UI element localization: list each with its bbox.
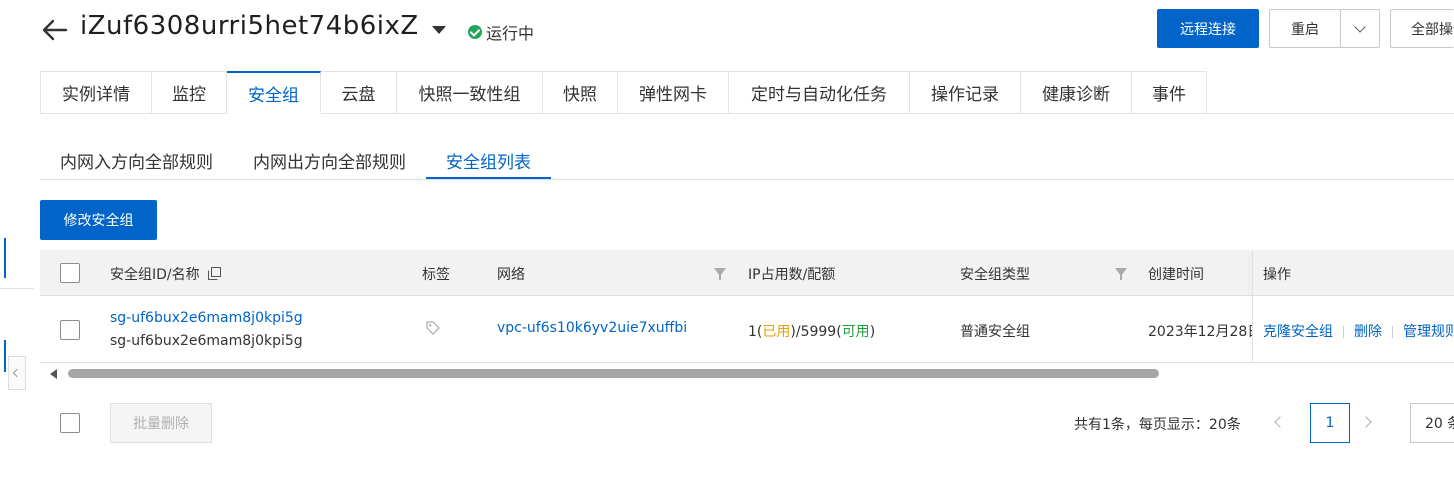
created-time: 2023年12月28日 [1148, 324, 1253, 340]
tab-scheduled-tasks[interactable]: 定时与自动化任务 [729, 71, 910, 114]
left-edge-indicator [0, 238, 6, 278]
ops-cell: 克隆安全组 删除 管理规则 [1252, 296, 1454, 362]
sticky-column-shadow [1252, 250, 1253, 363]
tab-monitoring[interactable]: 监控 [152, 71, 227, 114]
clone-security-group-link[interactable]: 克隆安全组 [1263, 324, 1333, 340]
tab-snapshot[interactable]: 快照 [543, 71, 618, 114]
left-edge-indicator-2 [0, 340, 6, 372]
modify-security-group-button[interactable]: 修改安全组 [40, 200, 157, 240]
sidebar-collapse-button[interactable] [8, 356, 26, 390]
header-id-name: 安全组ID/名称 [110, 264, 222, 284]
security-group-name: sg-uf6bux2e6mam8j0kpi5g [110, 333, 303, 349]
instance-title: iZuf6308urri5het74b6ixZ [80, 11, 419, 41]
table-row: sg-uf6bux2e6mam8j0kpi5g sg-uf6bux2e6mam8… [40, 296, 1454, 363]
page-size-select[interactable]: 20 条 [1410, 403, 1454, 443]
caret-down-icon[interactable] [432, 26, 446, 34]
subtabs-divider [40, 179, 1454, 180]
type-filter-icon[interactable] [1115, 268, 1127, 280]
check-circle-icon [468, 25, 482, 39]
status-badge: 运行中 [468, 20, 534, 44]
security-group-type: 普通安全组 [960, 324, 1030, 340]
manage-rules-link[interactable]: 管理规则 [1403, 324, 1454, 340]
row-checkbox[interactable] [60, 320, 80, 340]
restart-dropdown-button[interactable] [1340, 9, 1380, 48]
ip-used-label: 已用 [762, 324, 791, 340]
pagination-summary: 共有1条，每页显示：20条 [1074, 417, 1241, 433]
tab-snapshot-consistency-group[interactable]: 快照一致性组 [397, 71, 543, 114]
remote-connect-button[interactable]: 远程连接 [1157, 9, 1259, 48]
header-ip-usage: IP占用数/配额 [748, 267, 836, 283]
table-header: 安全组ID/名称 标签 网络 IP占用数/配额 安全组类型 创建时间 操作 [40, 250, 1454, 296]
chevron-right-icon[interactable] [1360, 416, 1372, 428]
header-id-name-label: 安全组ID/名称 [110, 267, 200, 283]
status-text: 运行中 [486, 24, 535, 43]
chevron-left-icon [12, 368, 22, 378]
copy-icon[interactable] [208, 267, 222, 280]
network-filter-icon[interactable] [714, 268, 726, 280]
vpc-link[interactable]: vpc-uf6s10k6yv2uie7xuffbi [497, 320, 687, 336]
header-tags: 标签 [422, 267, 450, 283]
header-created: 创建时间 [1148, 267, 1204, 283]
header-type: 安全组类型 [960, 267, 1030, 283]
ip-available-label: 可用 [841, 324, 870, 340]
tab-cloud-disk[interactable]: 云盘 [321, 71, 397, 114]
bulk-delete-button[interactable]: 批量删除 [110, 403, 212, 443]
subtab-security-group-list[interactable]: 安全组列表 [426, 138, 551, 180]
sub-tabs: 内网入方向全部规则 内网出方向全部规则 安全组列表 [40, 138, 551, 180]
page-1-button[interactable]: 1 [1310, 403, 1350, 443]
all-actions-button[interactable]: 全部操作 [1390, 9, 1454, 48]
tab-events[interactable]: 事件 [1132, 71, 1207, 114]
tab-operation-logs[interactable]: 操作记录 [910, 71, 1021, 114]
scroll-left-arrow-icon[interactable] [50, 369, 57, 379]
chevron-left-icon[interactable] [1274, 416, 1286, 428]
chevron-down-icon [1354, 20, 1366, 33]
tag-icon[interactable] [426, 321, 440, 335]
header-ops: 操作 [1263, 267, 1291, 283]
tabs-divider [1206, 113, 1454, 114]
back-arrow-icon[interactable] [40, 15, 70, 45]
restart-button[interactable]: 重启 [1269, 9, 1341, 48]
subtab-outbound-rules[interactable]: 内网出方向全部规则 [233, 138, 426, 180]
ip-usage: 1(已用)/5999(可用) [748, 324, 876, 340]
header-network: 网络 [497, 267, 525, 283]
tab-eni[interactable]: 弹性网卡 [618, 71, 729, 114]
security-group-id-link[interactable]: sg-uf6bux2e6mam8j0kpi5g [110, 310, 303, 326]
footer-select-all-checkbox[interactable] [60, 413, 80, 433]
select-all-checkbox[interactable] [60, 263, 80, 283]
delete-link[interactable]: 删除 [1354, 324, 1382, 340]
main-tabs: 实例详情 监控 安全组 云盘 快照一致性组 快照 弹性网卡 定时与自动化任务 操… [40, 71, 1207, 114]
left-edge-divider [0, 288, 34, 289]
ip-used-count: 1 [748, 324, 757, 340]
ip-quota-count: /5999 [795, 324, 837, 340]
op-divider [1343, 326, 1344, 338]
tab-instance-details[interactable]: 实例详情 [40, 71, 152, 114]
horizontal-scrollbar[interactable] [40, 364, 1454, 382]
scrollbar-thumb[interactable] [68, 369, 1159, 378]
tab-security-group[interactable]: 安全组 [227, 71, 321, 114]
tab-health-diagnosis[interactable]: 健康诊断 [1021, 71, 1132, 114]
subtab-inbound-rules[interactable]: 内网入方向全部规则 [40, 138, 233, 180]
op-divider [1392, 326, 1393, 338]
